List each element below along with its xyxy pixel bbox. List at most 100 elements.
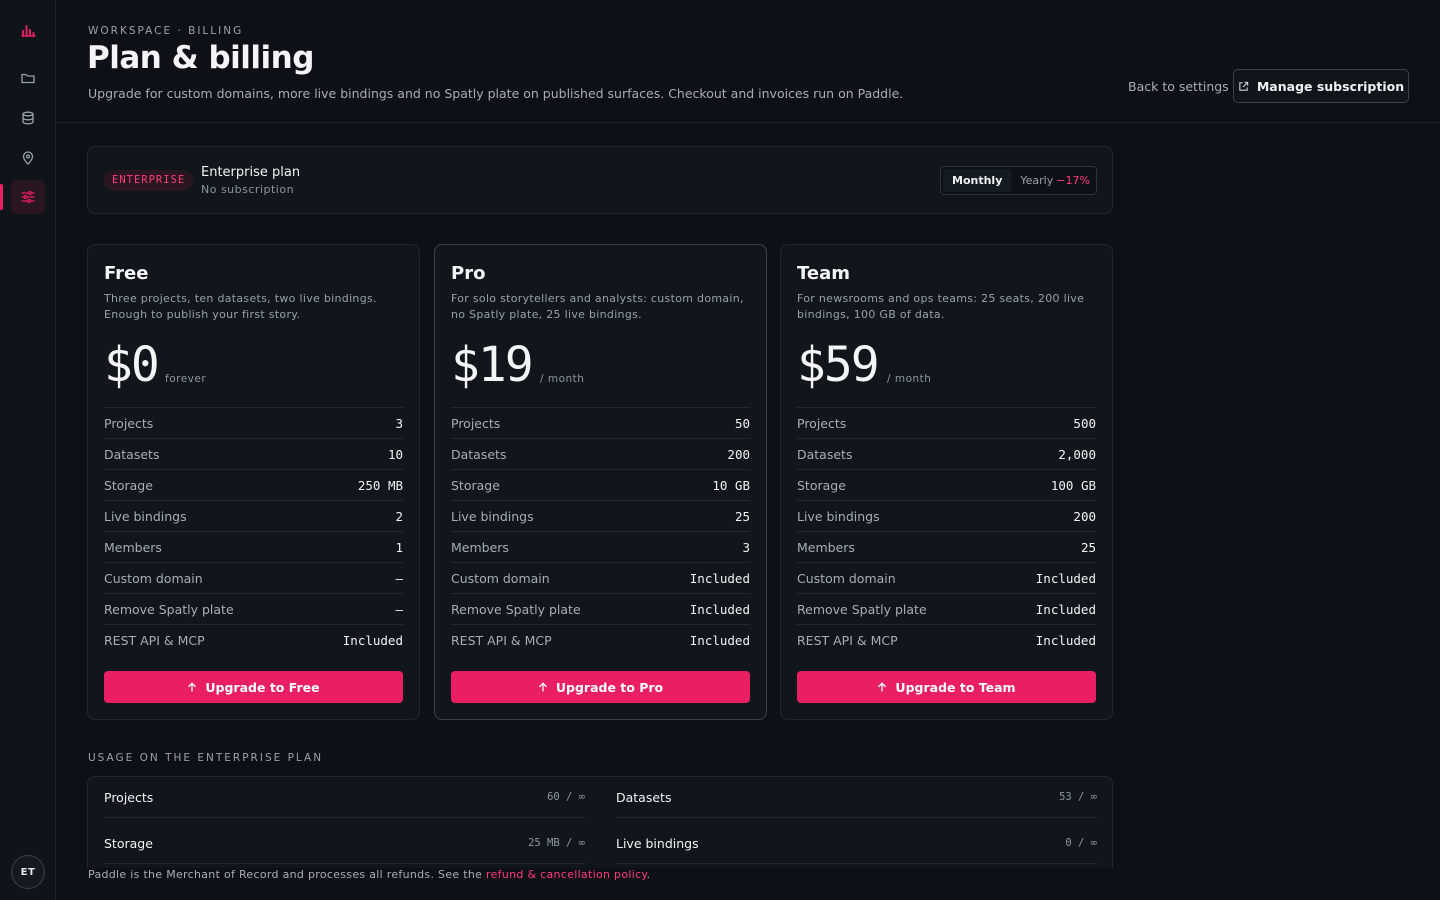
usage-value: 25 MB / ∞ — [528, 837, 585, 849]
feature-row: Storage 10 GB — [451, 469, 750, 500]
feature-row: Datasets 10 — [104, 438, 403, 469]
feature-value: 2 — [395, 508, 403, 524]
upgrade-team-button[interactable]: Upgrade to Team — [797, 671, 1096, 703]
refund-policy-link[interactable]: refund & cancellation policy — [486, 868, 647, 881]
feature-label: Remove Spatly plate — [797, 601, 927, 617]
feature-label: Remove Spatly plate — [104, 601, 234, 617]
feature-value: 3 — [395, 415, 403, 431]
refund-footnote: Paddle is the Merchant of Record and pro… — [88, 868, 650, 881]
toggle-monthly[interactable]: Monthly — [943, 169, 1012, 192]
feature-label: Members — [451, 539, 509, 555]
usage-item-storage: Storage 25 MB / ∞ — [104, 823, 585, 864]
tier-card-team: Team For newsrooms and ops teams: 25 sea… — [780, 244, 1113, 720]
upgrade-button-label: Upgrade to Free — [205, 679, 320, 695]
feature-label: Custom domain — [104, 570, 203, 586]
feature-value: 500 — [1073, 415, 1096, 431]
feature-value: 200 — [1073, 508, 1096, 524]
feature-row: REST API & MCP Included — [451, 624, 750, 655]
page-header: WORKSPACE · BILLING Plan & billing Upgra… — [56, 0, 1440, 123]
feature-label: Storage — [451, 477, 500, 493]
feature-value: 100 GB — [1050, 477, 1096, 493]
feature-label: Projects — [104, 415, 154, 431]
feature-row: Custom domain Included — [451, 562, 750, 593]
feature-row: Projects 50 — [451, 407, 750, 438]
current-plan-card: ENTERPRISE Enterprise plan No subscripti… — [87, 146, 1113, 214]
feature-label: Datasets — [451, 446, 507, 462]
map-pin-icon[interactable] — [11, 141, 45, 175]
sliders-icon[interactable] — [11, 180, 45, 214]
feature-value: 10 — [387, 446, 403, 462]
usage-item-live-bindings: Live bindings 0 / ∞ — [616, 823, 1097, 864]
feature-label: REST API & MCP — [104, 632, 205, 648]
arrow-up-icon — [188, 682, 197, 692]
feature-list: Projects 3 Datasets 10 Storage 250 MB Live bin… — [104, 407, 403, 655]
tier-description: Three projects, ten datasets, two live b… — [104, 292, 377, 321]
feature-label: REST API & MCP — [451, 632, 552, 648]
feature-value: 250 MB — [357, 477, 403, 493]
feature-value: Included — [342, 632, 403, 648]
feature-value: Included — [1035, 570, 1096, 586]
feature-label: Storage — [797, 477, 846, 493]
feature-row: REST API & MCP Included — [797, 624, 1096, 655]
folder-icon[interactable] — [11, 61, 45, 95]
toggle-yearly-label: Yearly — [1020, 174, 1054, 187]
feature-label: Storage — [104, 477, 153, 493]
feature-row: Custom domain Included — [797, 562, 1096, 593]
footnote-text: Paddle is the Merchant of Record and pro… — [88, 868, 487, 881]
tier-period: forever — [165, 373, 207, 385]
upgrade-pro-button[interactable]: Upgrade to Pro — [451, 671, 750, 703]
feature-row: Projects 500 — [797, 407, 1096, 438]
external-link-icon — [1239, 81, 1249, 91]
feature-value: Included — [1035, 601, 1096, 617]
tier-name: Free — [104, 263, 149, 284]
feature-value: Included — [689, 601, 750, 617]
feature-label: Live bindings — [797, 508, 880, 524]
feature-row: Storage 250 MB — [104, 469, 403, 500]
feature-label: Custom domain — [451, 570, 550, 586]
breadcrumb: WORKSPACE · BILLING — [88, 25, 244, 37]
toggle-yearly[interactable]: Yearly −17% — [1011, 169, 1099, 192]
tier-name: Pro — [451, 263, 486, 284]
arrow-up-icon — [878, 682, 887, 692]
feature-row: Members 25 — [797, 531, 1096, 562]
feature-value: — — [395, 601, 403, 617]
database-icon[interactable] — [11, 101, 45, 135]
back-to-settings-link[interactable]: Back to settings — [1128, 79, 1229, 94]
feature-value: 25 — [734, 508, 750, 524]
feature-value: 2,000 — [1058, 446, 1096, 462]
feature-row: Live bindings 200 — [797, 500, 1096, 531]
tier-period: / month — [887, 373, 932, 385]
tier-period: / month — [540, 373, 585, 385]
feature-row: Custom domain — — [104, 562, 403, 593]
feature-value: 10 GB — [712, 477, 750, 493]
feature-row: Live bindings 25 — [451, 500, 750, 531]
usage-label: Datasets — [616, 789, 672, 805]
upgrade-button-label: Upgrade to Pro — [555, 679, 664, 695]
page-subtitle: Upgrade for custom domains, more live bi… — [88, 86, 904, 101]
usage-value: 53 / ∞ — [1059, 791, 1097, 803]
avatar[interactable]: ET — [11, 855, 45, 889]
feature-row: Members 3 — [451, 531, 750, 562]
tier-price: $0 — [104, 337, 160, 393]
yearly-discount: −17% — [1056, 174, 1090, 187]
usage-value: 0 / ∞ — [1065, 837, 1097, 849]
billing-period-toggle: Monthly Yearly −17% — [940, 166, 1097, 195]
feature-value: 200 — [727, 446, 750, 462]
feature-row: Datasets 200 — [451, 438, 750, 469]
feature-value: Included — [1035, 632, 1096, 648]
feature-row: REST API & MCP Included — [104, 624, 403, 655]
usage-item-projects: Projects 60 / ∞ — [104, 777, 585, 818]
usage-heading: USAGE ON THE ENTERPRISE PLAN — [88, 752, 324, 764]
feature-value: 50 — [734, 415, 750, 431]
feature-label: Datasets — [797, 446, 853, 462]
feature-value: Included — [689, 632, 750, 648]
feature-row: Projects 3 — [104, 407, 403, 438]
manage-subscription-button[interactable]: Manage subscription — [1233, 69, 1409, 103]
feature-row: Remove Spatly plate Included — [797, 593, 1096, 624]
tier-description: For solo storytellers and analysts: cust… — [451, 292, 744, 321]
logo-icon[interactable] — [11, 13, 45, 47]
upgrade-free-button[interactable]: Upgrade to Free — [104, 671, 403, 703]
usage-value: 60 / ∞ — [547, 791, 585, 803]
manage-subscription-label: Manage subscription — [1256, 78, 1405, 94]
feature-value: 3 — [742, 539, 750, 555]
